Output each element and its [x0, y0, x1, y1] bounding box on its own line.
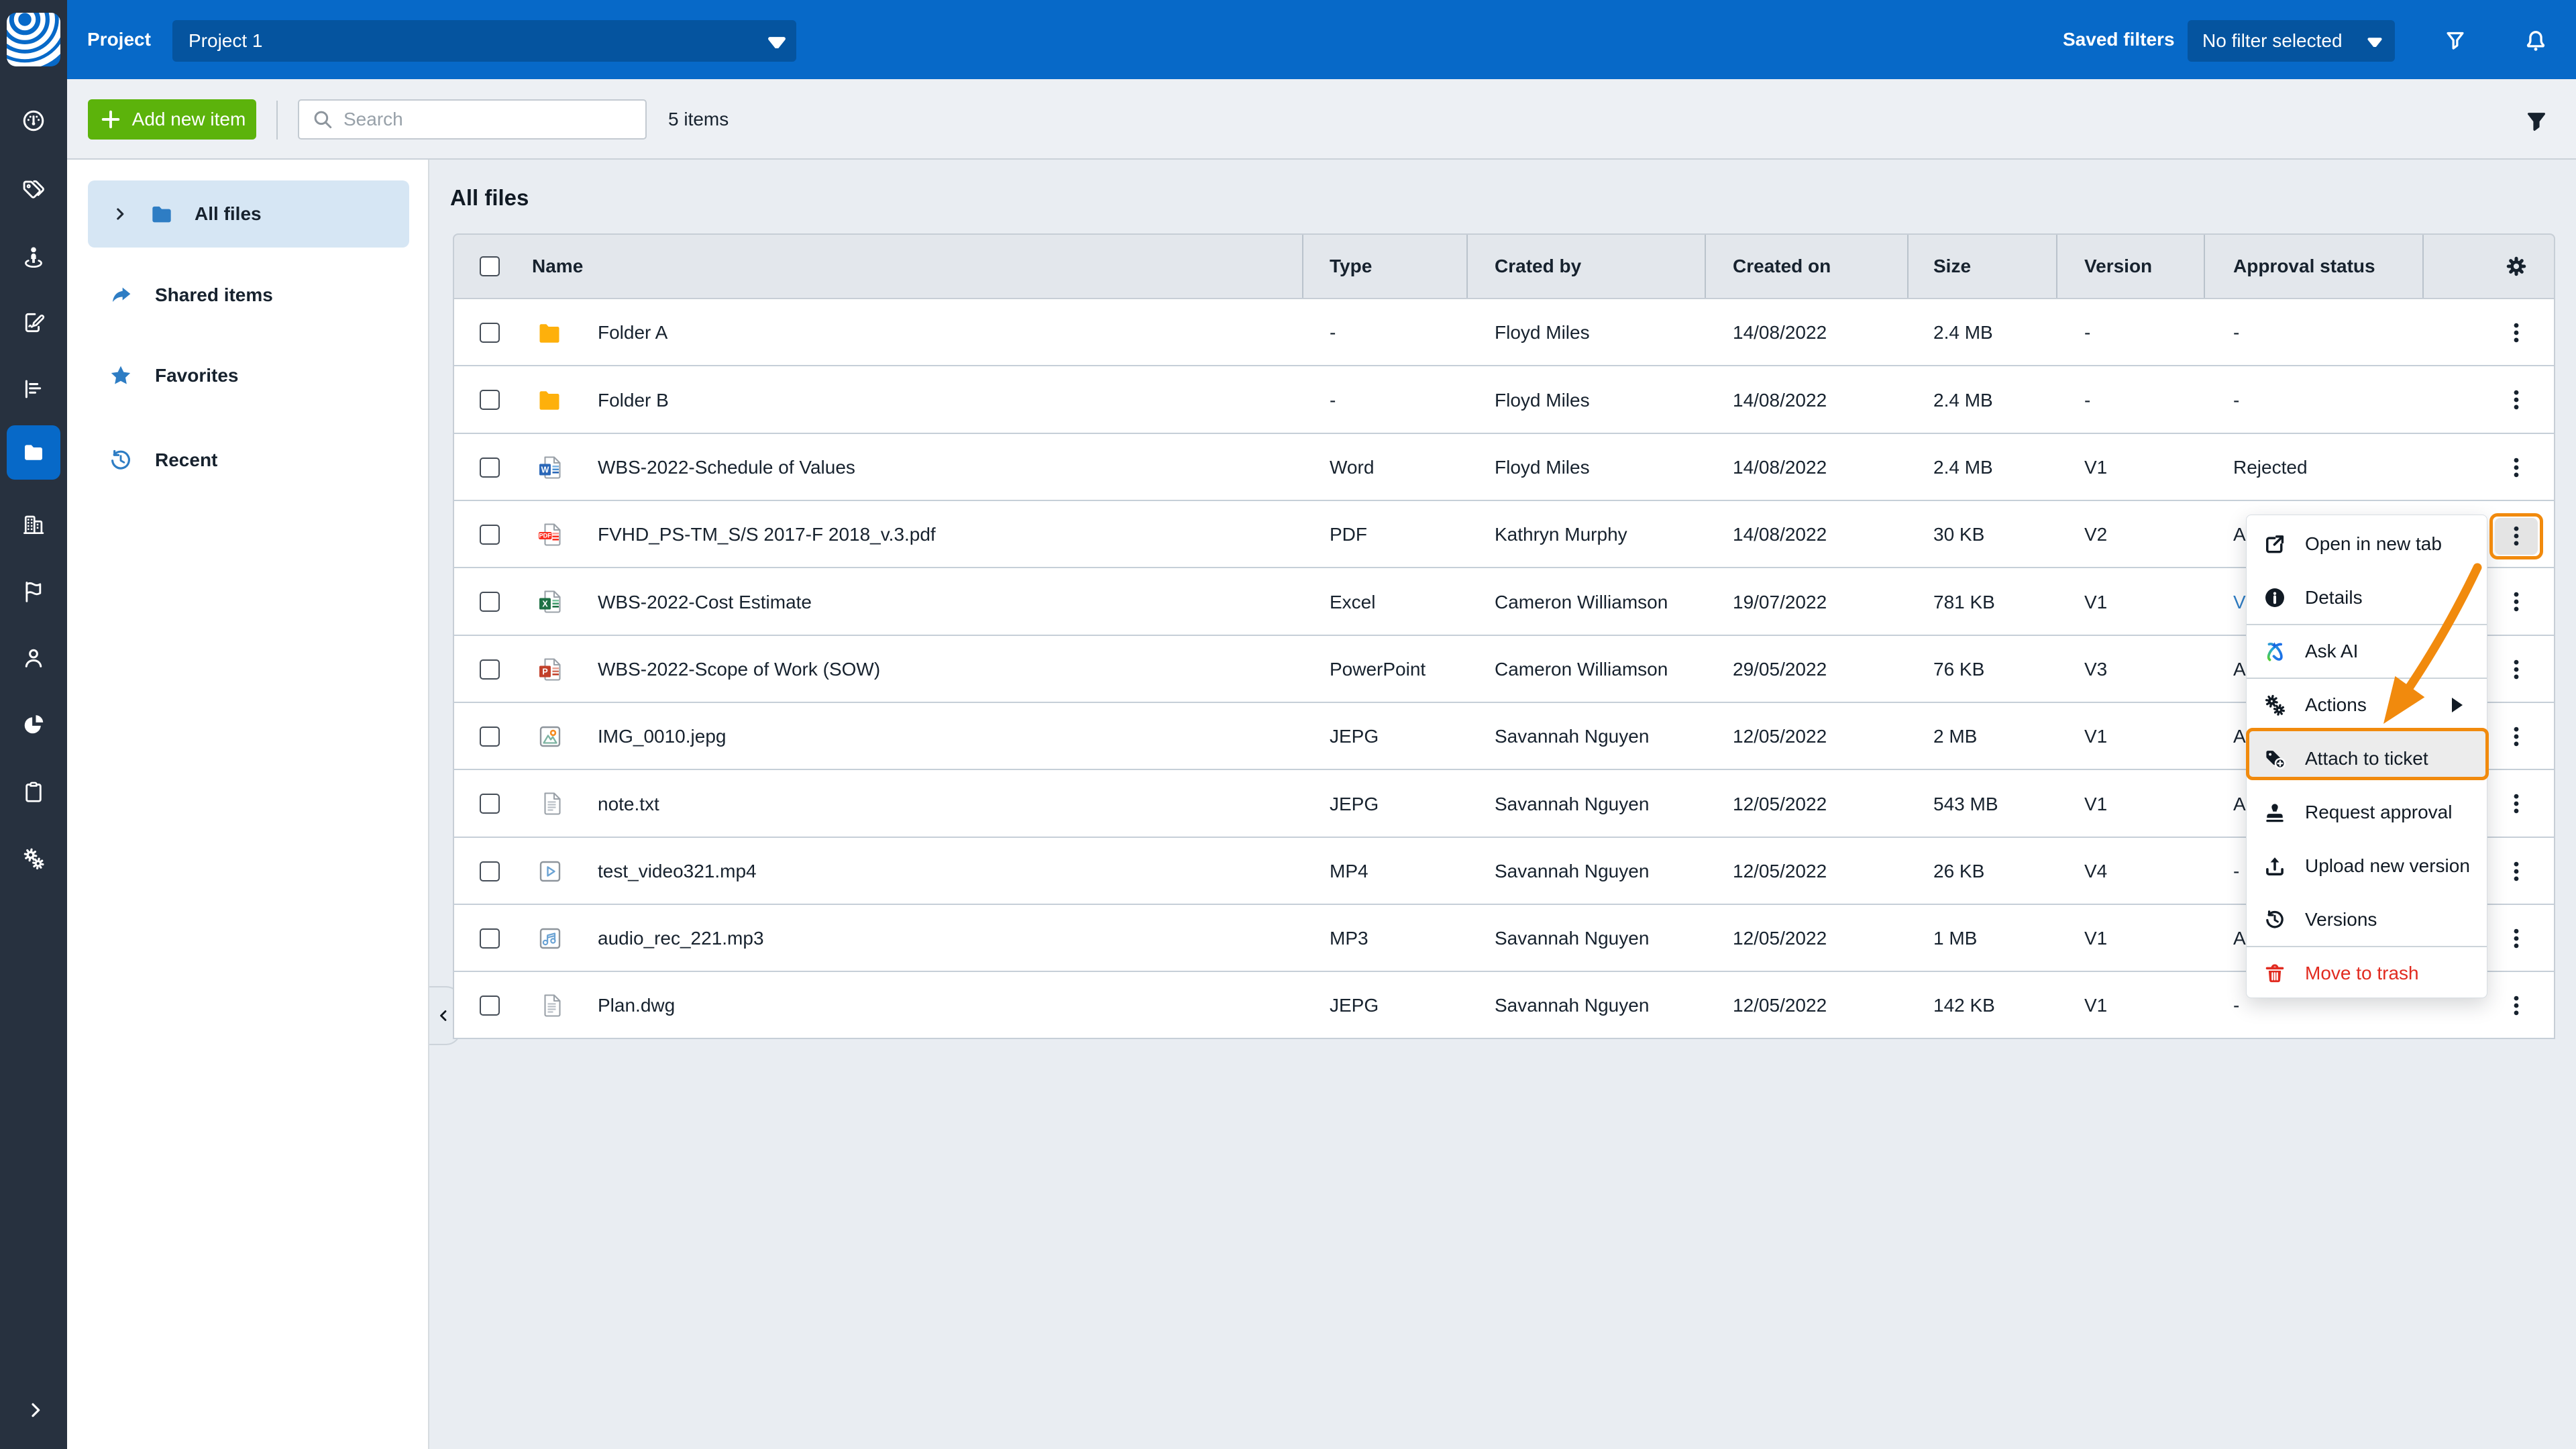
svg-text:PDF: PDF: [539, 533, 552, 539]
svg-text:X: X: [542, 600, 548, 609]
svg-text:W: W: [541, 466, 549, 475]
svg-text:P: P: [542, 667, 547, 677]
